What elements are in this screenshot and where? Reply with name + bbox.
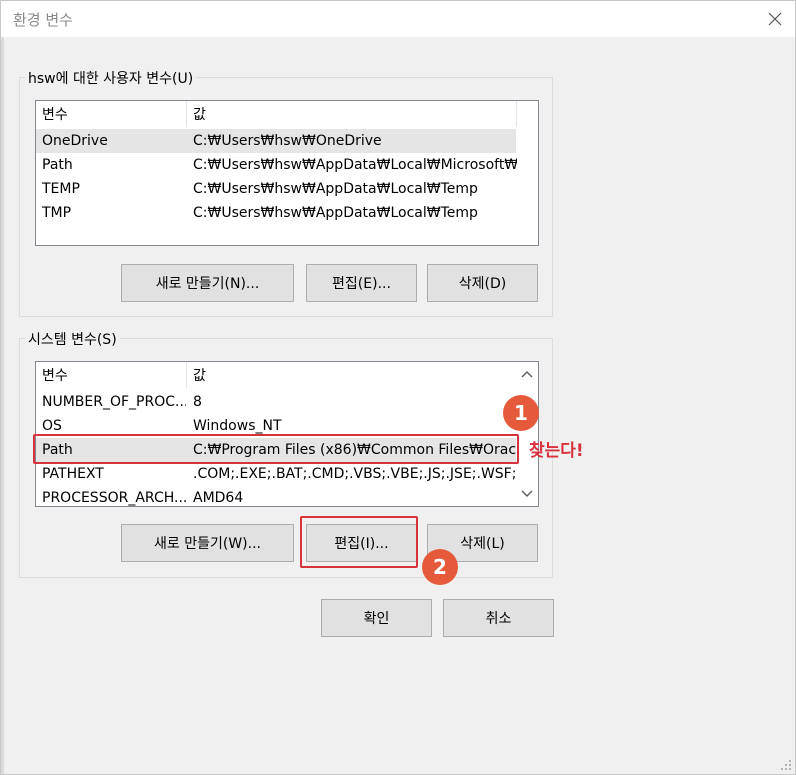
annotation-step-1-badge: 1 [503,395,539,431]
system-new-button[interactable]: 새로 만들기(W)... [121,524,294,562]
table-row[interactable]: OneDrive C:₩Users₩hsw₩OneDrive [36,129,516,153]
user-delete-button[interactable]: 삭제(D) [427,264,538,302]
user-variables-list[interactable]: 변수 값 OneDrive C:₩Users₩hsw₩OneDrive Path… [35,100,539,246]
table-row[interactable]: Path C:₩Users₩hsw₩AppData₩Local₩Microsof… [36,153,517,177]
user-edit-button[interactable]: 편집(E)... [306,264,417,302]
table-row[interactable]: TEMP C:₩Users₩hsw₩AppData₩Local₩Temp [36,177,516,201]
table-row[interactable]: PROCESSOR_ARCH... AMD64 [36,486,516,506]
window-edge [1,37,4,774]
system-variables-label: 시스템 변수(S) [25,329,120,349]
window-title: 환경 변수 [13,11,73,29]
resize-grip-icon[interactable] [779,758,793,772]
chevron-down-icon[interactable] [516,482,538,504]
annotation-highlight-path-row [33,434,519,464]
list-header: 변수 값 [36,101,517,127]
table-row[interactable]: NUMBER_OF_PROC... 8 [36,390,516,414]
vertical-scrollbar[interactable] [516,362,538,506]
environment-variables-dialog: 환경 변수 hsw에 대한 사용자 변수(U) 변수 값 OneDrive C:… [0,0,796,775]
annotation-highlight-edit-button [300,516,418,568]
close-icon [768,12,782,26]
list-header: 변수 값 [36,362,517,388]
title-bar: 환경 변수 [1,1,795,37]
user-new-button[interactable]: 새로 만들기(N)... [121,264,294,302]
column-header-value[interactable]: 값 [187,362,517,388]
table-row[interactable]: PATHEXT .COM;.EXE;.BAT;.CMD;.VBS;.VBE;.J… [36,462,517,486]
column-header-value[interactable]: 값 [187,101,517,127]
annotation-step-2-badge: 2 [422,549,458,585]
cancel-button[interactable]: 취소 [443,599,554,637]
ok-button[interactable]: 확인 [321,599,432,637]
table-row[interactable]: TMP C:₩Users₩hsw₩AppData₩Local₩Temp [36,201,516,225]
column-header-name[interactable]: 변수 [36,101,186,127]
chevron-up-icon[interactable] [516,364,538,386]
annotation-find-note: 찾는다! [529,441,584,461]
column-header-name[interactable]: 변수 [36,362,186,388]
user-variables-label: hsw에 대한 사용자 변수(U) [25,68,197,88]
close-button[interactable] [759,3,791,35]
